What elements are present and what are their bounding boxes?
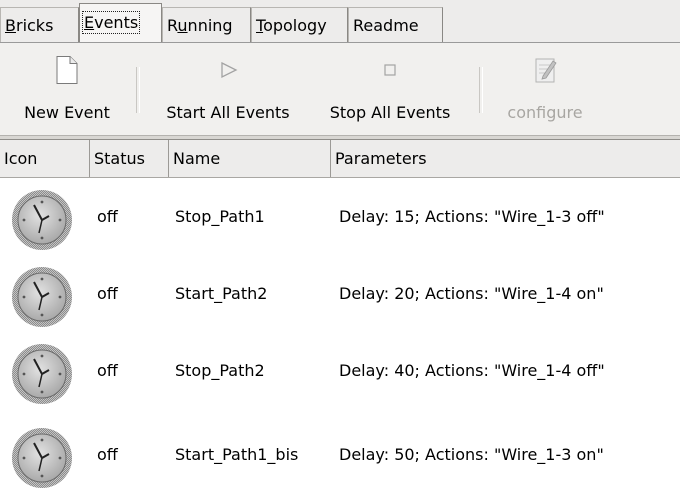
parameters-cell: Delay: 15; Actions: "Wire_1-3 off" [339,207,605,226]
clock-icon [12,190,72,250]
configure-label: configure [507,103,583,122]
column-header-status[interactable]: Status [90,140,169,177]
tab-events[interactable]: Events [79,3,162,43]
parameters-cell: Delay: 40; Actions: "Wire_1-4 off" [339,361,605,380]
table-row[interactable]: off Stop_Path1 Delay: 15; Actions: "Wire… [0,182,680,252]
status-cell: off [97,207,118,226]
toolbar-separator [479,67,483,113]
column-header-name[interactable]: Name [169,140,331,177]
clock-icon [12,428,72,488]
status-cell: off [97,445,118,464]
tab-events-label: Events [81,11,141,34]
table-row[interactable]: off Start_Path2 Delay: 20; Actions: "Wir… [0,259,680,329]
parameters-cell: Delay: 20; Actions: "Wire_1-4 on" [339,284,604,303]
tab-running-label: Running [167,16,233,35]
tab-topology-label: Topology [256,16,327,35]
play-icon [221,61,238,79]
column-header-icon[interactable]: Icon [0,140,90,177]
configure-button[interactable]: configure [490,43,600,135]
start-all-events-button[interactable]: Start All Events [144,43,312,135]
new-document-icon [56,56,78,84]
tab-readme[interactable]: Readme [348,7,443,43]
tab-bricks-label: Bricks [5,16,54,35]
tab-topology[interactable]: Topology [251,7,348,43]
stop-icon [384,64,396,76]
edit-document-icon [535,58,557,83]
toolbar-separator [136,67,140,113]
status-cell: off [97,284,118,303]
name-cell: Stop_Path2 [175,361,265,380]
parameters-cell: Delay: 50; Actions: "Wire_1-3 on" [339,445,604,464]
name-cell: Start_Path2 [175,284,268,303]
tab-bar: Bricks Events Running Topology Readme [0,0,680,43]
name-cell: Start_Path1_bis [175,445,299,464]
tab-readme-label: Readme [353,16,419,35]
name-cell: Stop_Path1 [175,207,265,226]
clock-icon [12,267,72,327]
toolbar: New Event Start All Events Stop All Even… [0,43,680,136]
new-event-button[interactable]: New Event [2,43,132,135]
tab-bricks[interactable]: Bricks [0,7,79,43]
stop-all-events-label: Stop All Events [329,103,451,122]
stop-all-events-button[interactable]: Stop All Events [314,43,466,135]
status-cell: off [97,361,118,380]
start-all-events-label: Start All Events [166,103,290,122]
column-header-parameters[interactable]: Parameters [331,140,680,177]
table-row[interactable]: off Start_Path1_bis Delay: 50; Actions: … [0,420,680,490]
table-header: Icon Status Name Parameters [0,139,680,178]
table-row[interactable]: off Stop_Path2 Delay: 40; Actions: "Wire… [0,336,680,406]
clock-icon [12,344,72,404]
tab-running[interactable]: Running [162,7,251,43]
new-event-label: New Event [24,103,110,122]
